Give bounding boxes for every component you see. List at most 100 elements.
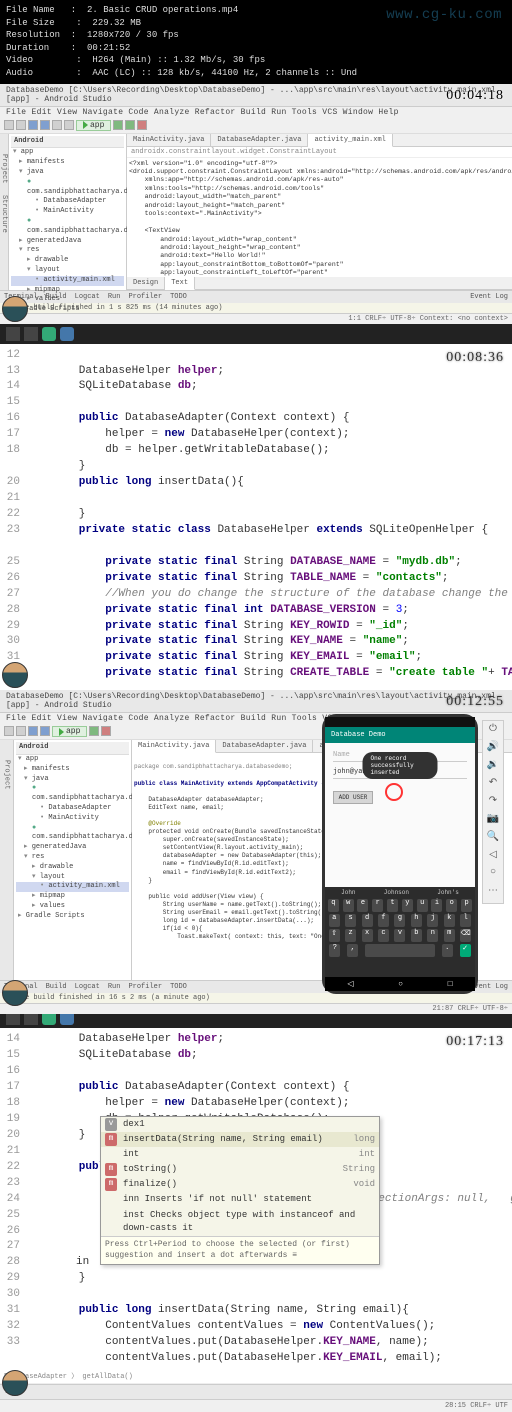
power-icon[interactable]: ⏻ (485, 723, 501, 739)
panel-2-code[interactable]: 00:08:36 12 13 DatabaseHelper helper; 14… (0, 344, 512, 691)
instructor-avatar (2, 296, 28, 322)
ac-row[interactable]: mtoString()String (101, 1162, 379, 1177)
tab-logcat[interactable]: Logcat (75, 293, 100, 301)
zoom-icon[interactable]: 🔍 (485, 831, 501, 847)
tree-activity-main[interactable]: activity_main.xml (11, 276, 124, 286)
ac-row[interactable]: intint (101, 1147, 379, 1162)
menu-bar[interactable]: File Edit View Navigate Code Analyze Ref… (0, 107, 512, 118)
editor-tabs[interactable]: MainActivity.java DatabaseAdapter.java a… (127, 134, 512, 147)
rotate-right-icon[interactable]: ↷ (485, 795, 501, 811)
run-config-selector[interactable]: app (76, 120, 111, 131)
tree-pkg1[interactable]: com.sandipbhattacharya.databasedemo (11, 178, 124, 198)
tab-databaseadapter[interactable]: DatabaseAdapter.java (211, 134, 308, 146)
rotate-left-icon[interactable]: ↶ (485, 777, 501, 793)
ac-row[interactable]: minsertData(String name, String email)lo… (101, 1132, 379, 1147)
tree-java[interactable]: java (11, 168, 124, 178)
volume-down-icon[interactable]: 🔉 (485, 759, 501, 775)
ac-row[interactable]: inn Inserts 'if not null' statement (101, 1192, 379, 1207)
toolbar-redo-icon[interactable] (40, 120, 50, 130)
tree-dbadapter[interactable]: DatabaseAdapter (11, 197, 124, 207)
toolbar-run-icon[interactable] (89, 726, 99, 736)
toolbar[interactable]: app (0, 118, 512, 134)
tree-drawable[interactable]: drawable (11, 256, 124, 266)
emulator-keyboard[interactable]: JohnJohnsonJohn's qwertyuiop asdfghjkl ⇧… (325, 887, 475, 977)
emulator-appbar: Database Demo (325, 727, 475, 743)
tree-genjava[interactable]: generatedJava (11, 237, 124, 247)
toolbar-save-icon[interactable] (16, 120, 26, 130)
tab-profiler[interactable]: Profiler (128, 293, 162, 301)
tab-todo[interactable]: TODO (170, 293, 187, 301)
tab-activity-main-xml[interactable]: activity_main.xml (308, 134, 392, 147)
tree-mainactivity[interactable]: MainActivity (11, 207, 124, 217)
tree-pkg2[interactable]: com.sandipbhattacharya.databasedemo (11, 217, 124, 237)
bottom-tool-tabs-4[interactable]: TODO (0, 1384, 512, 1399)
toolbar-cut-icon[interactable] (52, 120, 62, 130)
line-number: 27 (0, 587, 26, 603)
line-number: 21 (0, 491, 26, 507)
breadcrumb[interactable]: androidx.constraintlayout.widget.Constra… (127, 147, 512, 158)
design-tab[interactable]: Design (127, 277, 165, 289)
run-config-selector[interactable]: app (52, 726, 87, 737)
more-icon[interactable]: ⋯ (485, 885, 501, 901)
toolbar-debug-icon[interactable] (125, 120, 135, 130)
recents-icon[interactable]: □ (448, 980, 453, 989)
meta-duration: Duration : 00:21:52 (6, 42, 506, 55)
line-number: 23 (0, 523, 26, 539)
tree-manifests[interactable]: manifests (11, 158, 124, 168)
taskbar-item[interactable] (60, 327, 74, 341)
back-icon[interactable]: ◁ (485, 849, 501, 865)
project-tree-3[interactable]: Android app manifests java com.sandipbha… (14, 740, 132, 980)
toolbar-open-icon[interactable] (4, 120, 14, 130)
tree-app[interactable]: app (11, 148, 124, 158)
toolbar-run-icon[interactable] (113, 120, 123, 130)
emulator-body[interactable]: Name john@yahoo.com ADD USER One record … (325, 743, 475, 887)
structure-tab-vertical[interactable]: Structure (0, 195, 8, 233)
line-number: 26 (0, 571, 26, 587)
tree-layout[interactable]: layout (11, 266, 124, 276)
meta-resolution: Resolution : 1280x720 / 30 fps (6, 29, 506, 42)
tree-header[interactable]: Android (11, 136, 124, 149)
line-number: 28 (0, 603, 26, 619)
ac-row[interactable]: mfinalize()void (101, 1177, 379, 1192)
build-message: Gradle build finished in 1 s 825 ms (14 … (0, 303, 512, 313)
android-emulator[interactable]: Database Demo Name john@yahoo.com ADD US… (322, 714, 478, 994)
tree-res[interactable]: res (11, 246, 124, 256)
left-tool-gutter[interactable]: Project Structure (0, 134, 9, 290)
breadcrumb-4[interactable]: DatabaseAdapter 〉 getAllData() (0, 1371, 512, 1384)
design-text-tabs[interactable]: Design Text (127, 277, 512, 290)
toolbar-icon[interactable] (16, 726, 26, 736)
taskbar-item[interactable] (24, 327, 38, 341)
tab-build[interactable]: Build (46, 293, 67, 301)
emulator-toolbar[interactable]: ⏻ 🔊 🔉 ↶ ↷ 📷 🔍 ◁ ○ ⋯ (482, 720, 504, 904)
project-tab-vertical[interactable]: Project (0, 154, 8, 183)
tab-mainactivity[interactable]: MainActivity.java (127, 134, 211, 146)
home-icon[interactable]: ○ (398, 980, 403, 989)
toolbar-stop-icon[interactable] (101, 726, 111, 736)
ac-row[interactable]: vdex1 (101, 1117, 379, 1132)
camera-icon[interactable]: 📷 (485, 813, 501, 829)
toolbar-icon[interactable] (4, 726, 14, 736)
add-user-button[interactable]: ADD USER (333, 791, 373, 804)
toolbar-undo-icon[interactable] (28, 120, 38, 130)
xml-code[interactable]: <?xml version="1.0" encoding="utf-8"?> <… (127, 158, 512, 277)
text-tab[interactable]: Text (165, 277, 195, 290)
taskbar-item[interactable] (6, 327, 20, 341)
panel-4-code[interactable]: 00:17:13 14 DatabaseHelper helper; 15 SQ… (0, 1028, 512, 1412)
tab-eventlog[interactable]: Event Log (470, 293, 508, 301)
toolbar-icon[interactable] (28, 726, 38, 736)
home-icon[interactable]: ○ (485, 867, 501, 883)
project-tree[interactable]: Android app manifests java com.sandipbha… (9, 134, 127, 290)
left-tool-gutter[interactable]: Project (0, 740, 14, 980)
tab-run[interactable]: Run (108, 293, 121, 301)
play-icon (59, 728, 64, 736)
status-bar-3: 21:87 CRLF÷ UTF-8÷ (0, 1003, 512, 1014)
toolbar-icon[interactable] (40, 726, 50, 736)
toolbar-copy-icon[interactable] (64, 120, 74, 130)
autocomplete-popup[interactable]: vdex1 minsertData(String name, String em… (100, 1116, 380, 1265)
toolbar-stop-icon[interactable] (137, 120, 147, 130)
emulator-navbar[interactable]: ◁ ○ □ (325, 977, 475, 991)
back-icon[interactable]: ◁ (347, 979, 353, 989)
taskbar-1[interactable] (0, 324, 512, 344)
taskbar-item[interactable] (42, 327, 56, 341)
volume-up-icon[interactable]: 🔊 (485, 741, 501, 757)
